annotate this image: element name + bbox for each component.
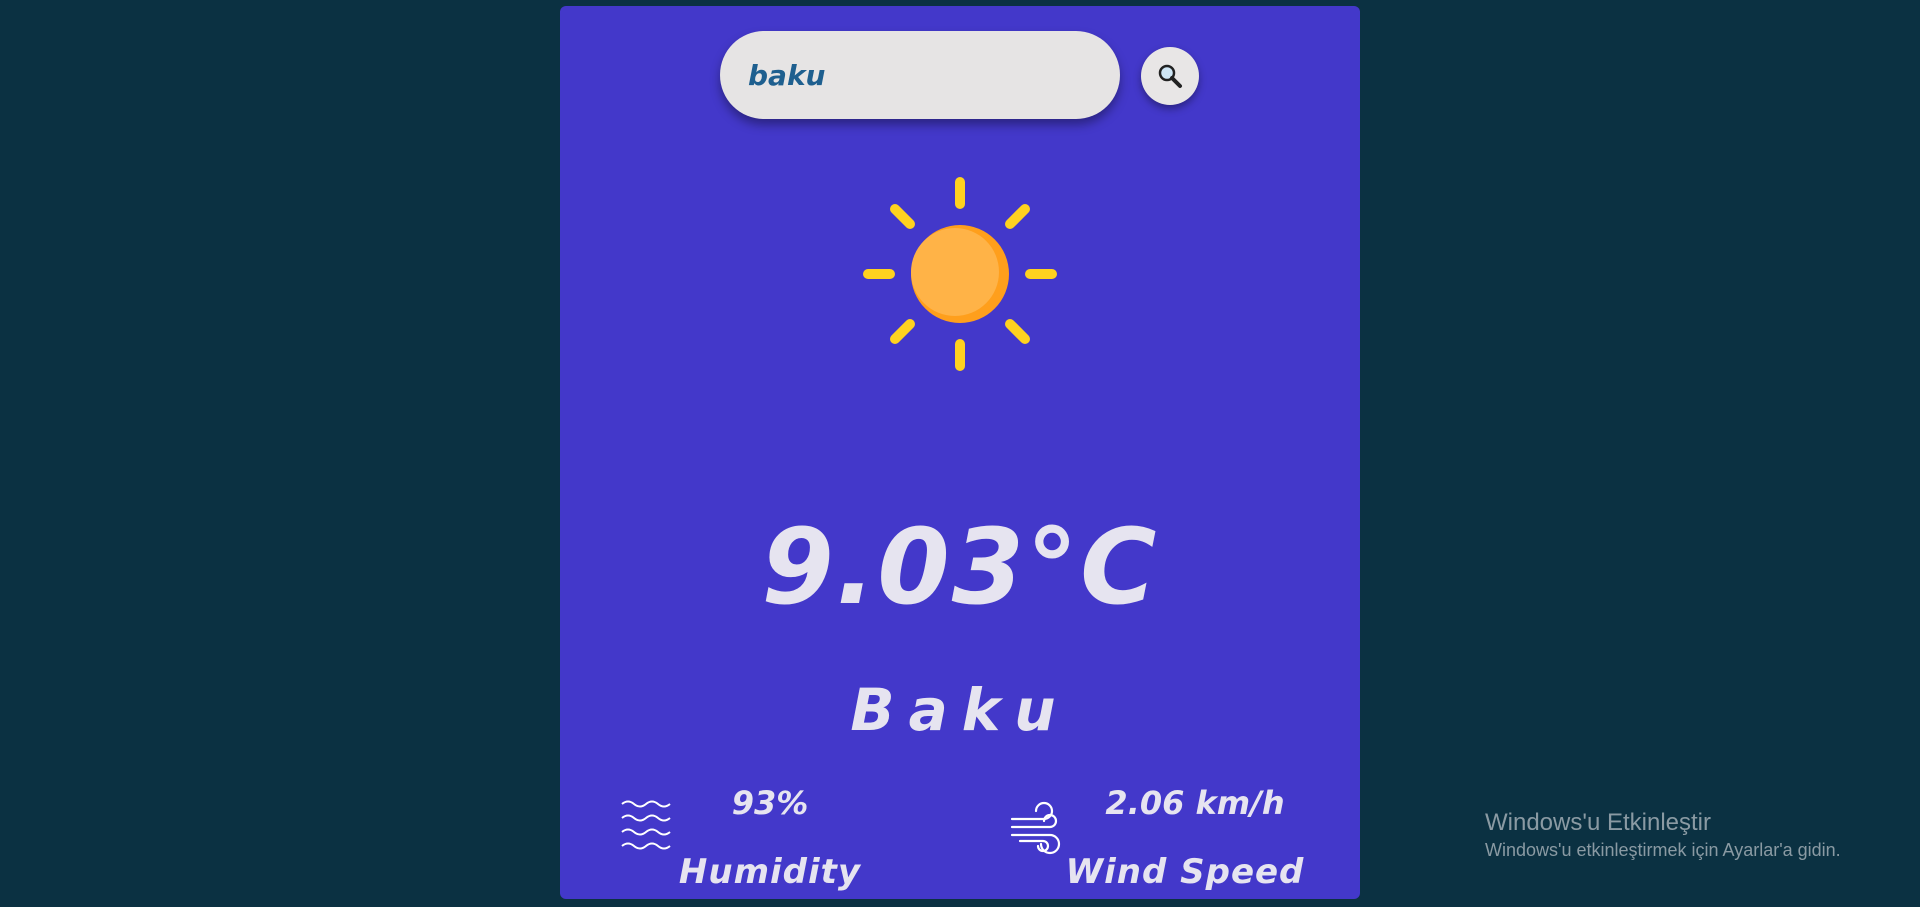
temperature: 9.03°C [761,506,1159,628]
watermark-subtitle: Windows'u etkinleştirmek için Ayarlar'a … [1485,840,1841,860]
os-activation-watermark: Windows'u Etkinleştir Windows'u etkinleş… [1485,808,1841,862]
humidity-icon [621,800,671,850]
wind-icon [1010,801,1061,855]
humidity-label: Humidity [678,852,862,892]
city-name: Baku [850,676,1070,744]
search-button[interactable] [1141,47,1199,105]
watermark-title: Windows'u Etkinleştir [1485,809,1711,836]
humidity-value: 93% [731,784,809,822]
wind-value: 2.06 km/h [1105,784,1285,822]
search-bar [720,31,1120,119]
search-input[interactable] [720,31,1120,119]
weather-card: 9.03°C Baku 93% Humidity 2.06 km/h Wind … [560,6,1360,899]
sun-icon [863,177,1057,371]
wind-label: Wind Speed [1065,852,1305,892]
search-icon [1158,64,1182,88]
